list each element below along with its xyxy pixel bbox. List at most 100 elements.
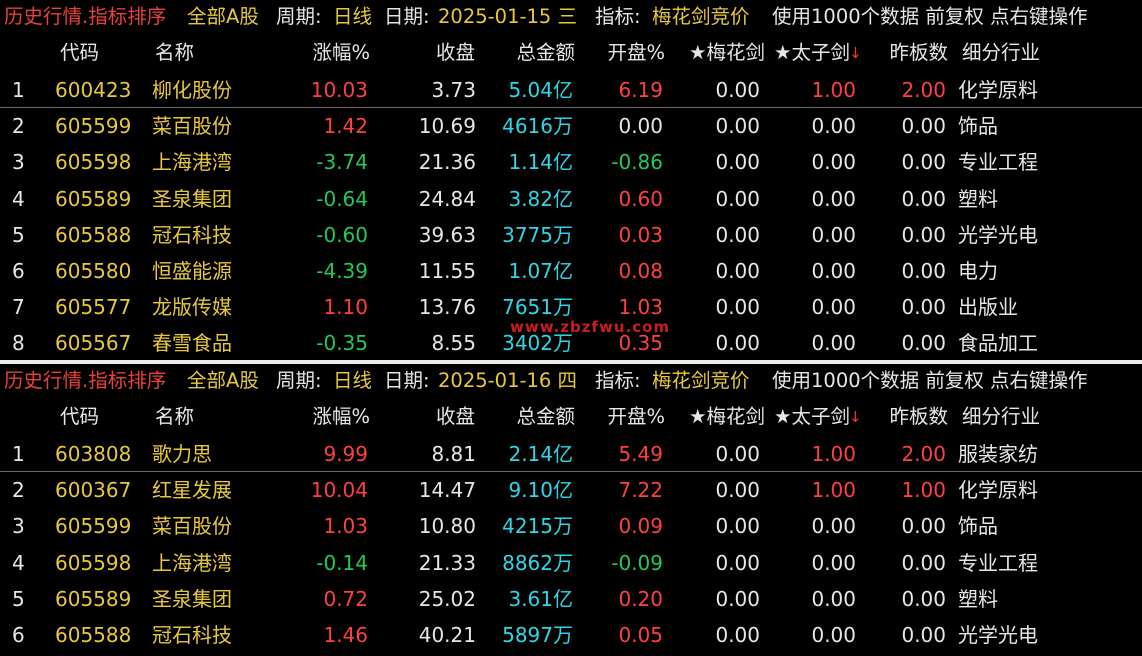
table-row[interactable]: 2 605599 菜百股份 1.42 10.69 4616万 0.00 0.00 0.00 0.0… — [0, 108, 1142, 144]
column-header[interactable]: 代码 — [60, 398, 110, 436]
cell-mhj: 0.00 — [715, 331, 760, 356]
column-header[interactable]: 细分行业 — [962, 398, 1062, 436]
title-date-value[interactable]: 2025-01-16 四 — [438, 364, 577, 398]
cell-open: -0.86 — [611, 150, 663, 175]
cell-idx: 8 — [12, 331, 25, 356]
table-row[interactable]: 3 605599 菜百股份 1.03 10.80 4215万 0.09 0.00 0.00 0.0… — [0, 508, 1142, 544]
column-header[interactable]: 收盘 — [405, 398, 475, 436]
column-header[interactable]: ★梅花剑 — [675, 34, 765, 72]
cell-mhj: 0.00 — [715, 442, 760, 466]
cell-name: 春雪食品 — [152, 331, 232, 356]
cell-zbs: 0.00 — [901, 222, 946, 247]
table-row[interactable]: 4 605598 上海港湾 -0.14 21.33 8862万 -0.09 0.00 0.00 0… — [0, 545, 1142, 581]
title-period-value[interactable]: 日线 — [333, 0, 372, 34]
cell-open: 7.22 — [618, 478, 663, 503]
cell-amount: 5897万 — [502, 623, 573, 647]
cell-industry: 电力 — [958, 259, 998, 283]
cell-zbs: 0.00 — [901, 514, 946, 539]
title-date-value[interactable]: 2025-01-15 三 — [438, 0, 577, 34]
cell-zbs: 2.00 — [901, 442, 946, 466]
title-indicator-value[interactable]: 梅花剑竞价 — [652, 0, 750, 34]
ranking-panel-top: 历史行情.指标排序 全部A股 周期: 日线 日期: 2025-01-15 三指标: 梅花剑竞… — [0, 0, 1142, 360]
cell-idx: 4 — [12, 186, 25, 211]
cell-chg: 10.04 — [310, 478, 368, 503]
cell-amount: 8862万 — [502, 550, 573, 575]
column-header[interactable]: 代码 — [60, 34, 110, 72]
table-row[interactable]: 1 600423 柳化股份 10.03 3.73 5.04亿 6.19 0.00 1.00 2.0… — [0, 72, 1142, 108]
column-header[interactable]: 总金额 — [490, 398, 575, 436]
cell-mhj: 0.00 — [715, 114, 760, 139]
column-header[interactable]: ★太子剑 — [760, 34, 850, 72]
sort-desc-icon[interactable]: ↓ — [849, 34, 862, 72]
cell-idx: 3 — [12, 514, 25, 539]
cell-zbs: 0.00 — [901, 331, 946, 356]
cell-zbs: 0.00 — [901, 259, 946, 283]
cell-mhj: 0.00 — [715, 514, 760, 539]
cell-amount: 4215万 — [502, 514, 573, 539]
cell-chg: -0.14 — [316, 550, 368, 575]
cell-mhj: 0.00 — [715, 259, 760, 283]
cell-close: 39.63 — [418, 222, 476, 247]
table-row[interactable]: 6 605580 恒盛能源 -4.39 11.55 1.07亿 0.08 0.00 0.00 0.… — [0, 253, 1142, 289]
title-indicator-value[interactable]: 梅花剑竞价 — [652, 364, 750, 398]
title-indicator-label: 指标: — [595, 5, 641, 28]
cell-chg: -0.64 — [316, 186, 368, 211]
column-header[interactable]: ★太子剑 — [760, 398, 850, 436]
cell-close: 11.55 — [418, 259, 476, 283]
sort-desc-icon[interactable]: ↓ — [849, 398, 862, 436]
cell-tzj: 0.00 — [811, 114, 856, 139]
cell-mhj: 0.00 — [715, 478, 760, 503]
title-mode[interactable]: 历史行情.指标排序 — [4, 364, 166, 398]
column-header[interactable]: 名称 — [155, 398, 215, 436]
column-header[interactable]: 昨板数 — [870, 34, 948, 72]
cell-idx: 2 — [12, 478, 25, 503]
cell-name: 圣泉集团 — [152, 186, 232, 211]
column-header[interactable]: 开盘% — [590, 34, 665, 72]
title-market[interactable]: 全部A股 — [187, 0, 259, 34]
title-period-value[interactable]: 日线 — [333, 364, 372, 398]
title-period-label: 周期: — [276, 5, 322, 28]
cell-name: 红星发展 — [152, 478, 232, 503]
cell-zbs: 0.00 — [901, 150, 946, 175]
cell-amount: 9.10亿 — [508, 478, 573, 503]
cell-industry: 饰品 — [958, 114, 998, 139]
table-row[interactable]: 4 605589 圣泉集团 -0.64 24.84 3.82亿 0.60 0.00 0.00 0.… — [0, 181, 1142, 217]
table-row[interactable]: 1 603808 歌力思 9.99 8.81 2.14亿 5.49 0.00 1.00 2.00 服… — [0, 436, 1142, 472]
cell-amount: 1.14亿 — [508, 150, 573, 175]
table-row[interactable]: 3 605598 上海港湾 -3.74 21.36 1.14亿 -0.86 0.00 0.00 0… — [0, 144, 1142, 180]
cell-close: 8.55 — [431, 331, 476, 356]
cell-code: 605599 — [55, 114, 132, 139]
title-bar: 历史行情.指标排序 全部A股 周期: 日线 日期: 2025-01-16 四指标: 梅花剑竞… — [0, 364, 1142, 398]
cell-industry: 化学原料 — [958, 78, 1038, 102]
cell-name: 柳化股份 — [152, 78, 232, 102]
cell-tzj: 1.00 — [811, 478, 856, 503]
cell-open: 0.08 — [618, 259, 663, 283]
cell-tzj: 0.00 — [811, 222, 856, 247]
table-row[interactable]: 5 605589 圣泉集团 0.72 25.02 3.61亿 0.20 0.00 0.00 0.0… — [0, 581, 1142, 617]
cell-close: 21.33 — [418, 550, 476, 575]
column-header[interactable]: 收盘 — [405, 34, 475, 72]
cell-open: 6.19 — [618, 78, 663, 102]
cell-idx: 3 — [12, 150, 25, 175]
cell-name: 冠石科技 — [152, 222, 232, 247]
column-header[interactable]: ★梅花剑 — [675, 398, 765, 436]
column-header[interactable]: 昨板数 — [870, 398, 948, 436]
column-header[interactable]: 总金额 — [490, 34, 575, 72]
column-header[interactable]: 开盘% — [590, 398, 665, 436]
column-header[interactable]: 涨幅% — [280, 34, 370, 72]
cell-code: 605588 — [55, 623, 132, 647]
column-header[interactable]: 涨幅% — [280, 398, 370, 436]
cell-close: 10.69 — [418, 114, 476, 139]
table-row[interactable]: 6 605588 冠石科技 1.46 40.21 5897万 0.05 0.00 0.00 0.0… — [0, 617, 1142, 653]
cell-zbs: 1.00 — [901, 478, 946, 503]
title-market[interactable]: 全部A股 — [187, 364, 259, 398]
column-header[interactable]: 细分行业 — [962, 34, 1062, 72]
title-mode[interactable]: 历史行情.指标排序 — [4, 0, 166, 34]
cell-industry: 出版业 — [958, 295, 1018, 320]
table-row[interactable]: 5 605588 冠石科技 -0.60 39.63 3775万 0.03 0.00 0.00 0.… — [0, 217, 1142, 253]
column-header[interactable]: 名称 — [155, 34, 215, 72]
cell-chg: 1.10 — [323, 295, 368, 320]
table-row[interactable]: 2 600367 红星发展 10.04 14.47 9.10亿 7.22 0.00 1.00 1.… — [0, 472, 1142, 508]
cell-open: 5.49 — [618, 442, 663, 466]
cell-open: 0.05 — [618, 623, 663, 647]
